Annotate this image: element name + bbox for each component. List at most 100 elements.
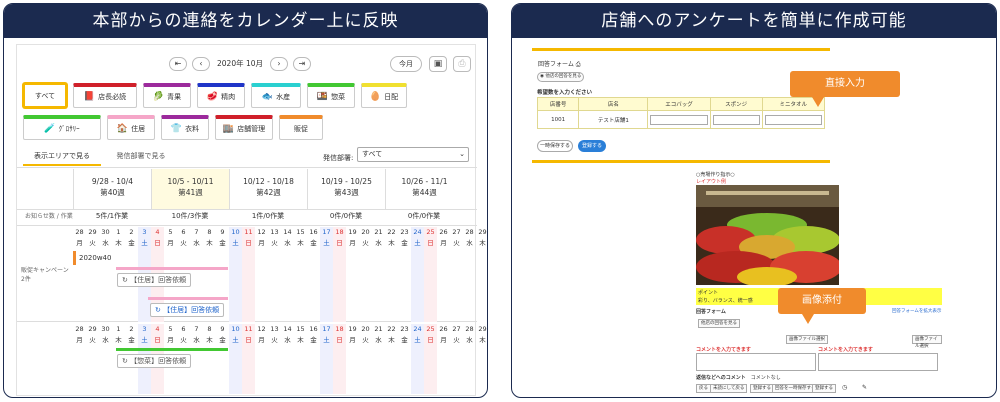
day-weekday: 火 [271,336,278,344]
request-item-3[interactable]: ↻ 【惣菜】回答依頼 [117,354,192,368]
day-weekday: 木 [388,239,395,247]
campaign-count: 2件 [21,276,31,283]
day-cell: 29 火 [86,324,99,394]
event-label[interactable]: 2020w40 [79,254,111,262]
category-11[interactable]: 販促 [279,115,323,140]
day-cell: 17 土 [320,227,333,322]
category-0[interactable]: すべて [23,83,67,108]
print-icon[interactable]: ⎙ [453,56,471,72]
day-weekday: 月 [349,336,356,344]
day-cell: 14 水 [281,324,294,394]
day-weekday: 火 [362,336,369,344]
other-answers-button[interactable]: 他店の回答を見る [698,319,740,328]
dept-select[interactable]: すべて ⌄ [357,147,469,162]
day-date: 2 [129,325,134,333]
day-date: 19 [348,228,357,236]
clock-icon[interactable]: ◷ [842,384,847,391]
category-label: 日配 [384,93,399,101]
day-cell: 10 土 [229,324,242,394]
day-cell: 20 火 [359,227,372,322]
tab-dept-view[interactable]: 発信部署で見る [105,149,177,166]
day-weekday: 金 [310,336,317,344]
day-weekday: 水 [193,239,200,247]
category-9[interactable]: 👕 衣料 [161,115,209,140]
day-weekday: 金 [401,239,408,247]
day-weekday: 水 [102,336,109,344]
file-select-button-2[interactable]: 画像ファイル選択 [912,335,942,349]
day-cell: 22 木 [385,227,398,322]
this-month-button[interactable]: 今月 [390,56,422,72]
day-weekday: 月 [440,239,447,247]
back-button[interactable]: 戻る [696,384,711,393]
last-page-button[interactable]: ⇥ [293,57,311,71]
request-item-2[interactable]: ↻ 【住居】回答依頼 [150,303,225,317]
day-cell: 22 木 [385,324,398,394]
category-7[interactable]: 🧪 ｸﾞﾛｻﾘｰ [23,115,101,140]
day-date: 17 [322,325,331,333]
prev-month-button[interactable]: ‹ [192,57,210,71]
sponge-input[interactable] [712,114,760,125]
day-weekday: 木 [206,239,213,247]
day-weekday: 木 [388,336,395,344]
towel-input[interactable] [764,114,822,125]
attach-icon[interactable]: ✎ [862,384,867,391]
day-weekday: 金 [310,239,317,247]
week-header: 10/19 - 10/25 第43週 [307,169,385,209]
category-1[interactable]: 📕 店長必読 [73,83,137,108]
day-weekday: 水 [466,336,473,344]
category-label: 店舗管理 [237,125,266,133]
day-weekday: 木 [115,239,122,247]
tab-area-view[interactable]: 表示エリアで見る [23,149,101,166]
home-icon: 🏠 [116,124,129,134]
day-date: 28 [465,325,474,333]
ecobag-input[interactable] [650,114,708,125]
category-4[interactable]: 🐟 水産 [251,83,301,108]
day-date: 12 [257,228,266,236]
day-date: 22 [387,325,396,333]
day-cell: 15 木 [294,324,307,394]
dept-filter-label: 発信部署: [323,154,354,162]
category-3[interactable]: 🥩 精肉 [197,83,245,108]
category-8[interactable]: 🏠 住居 [107,115,155,140]
layout-example-label: レイアウト例 [696,179,727,185]
next-month-button[interactable]: › [270,57,288,71]
category-10[interactable]: 🏬 店舗管理 [215,115,273,140]
category-label: 住居 [131,125,146,133]
question-text: 希望数を入力ください [537,90,593,96]
cell-store-name: テスト店舗1 [578,110,649,129]
day-cell: 14 水 [281,227,294,322]
day-weekday: 月 [258,336,265,344]
mark-unread-button[interactable]: 未読にして戻る [710,384,748,393]
day-date: 29 [478,325,487,333]
day-date: 8 [207,228,212,236]
save-temp-button[interactable]: 一時保存する [537,140,573,152]
register-button-1[interactable]: 登録する [750,384,774,393]
cell-store-no: 1001 [536,110,580,129]
other-store-answers-label: 他店の回答を見る [545,74,582,79]
day-cell: 26 月 [437,227,450,322]
comment-input-1[interactable] [696,353,816,371]
category-6[interactable]: 🥚 日配 [361,83,407,108]
category-5[interactable]: 🍱 惣菜 [307,83,355,108]
day-date: 29 [478,228,487,236]
category-2[interactable]: 🥬 青果 [143,83,191,108]
day-weekday: 水 [375,239,382,247]
submit-button[interactable]: 登録する [578,140,606,152]
calendar-icon[interactable]: ▣ [429,56,447,72]
first-page-button[interactable]: ⇤ [169,57,187,71]
other-store-answers-button[interactable]: ◉ 他店の回答を見る [537,72,585,82]
day-cell: 11 日 [242,227,255,322]
register-button-2[interactable]: 登録する [812,384,836,393]
enlarge-form-link[interactable]: 回答フォームを拡大表示 [892,308,941,314]
day-weekday: 土 [232,336,239,344]
day-weekday: 土 [323,239,330,247]
file-select-button-1[interactable]: 画像ファイル選択 [786,335,828,344]
produce-photo [696,185,839,285]
comment-input-2[interactable] [818,353,938,371]
day-cell: 24 土 [411,324,424,394]
request-item-1[interactable]: ↻ 【住居】回答依頼 [117,273,192,287]
week-range: 10/26 - 11/1 [401,177,448,186]
print-icon[interactable]: ⎙ [576,61,581,68]
meat-icon: 🥩 [206,92,219,102]
day-date: 9 [220,325,225,333]
